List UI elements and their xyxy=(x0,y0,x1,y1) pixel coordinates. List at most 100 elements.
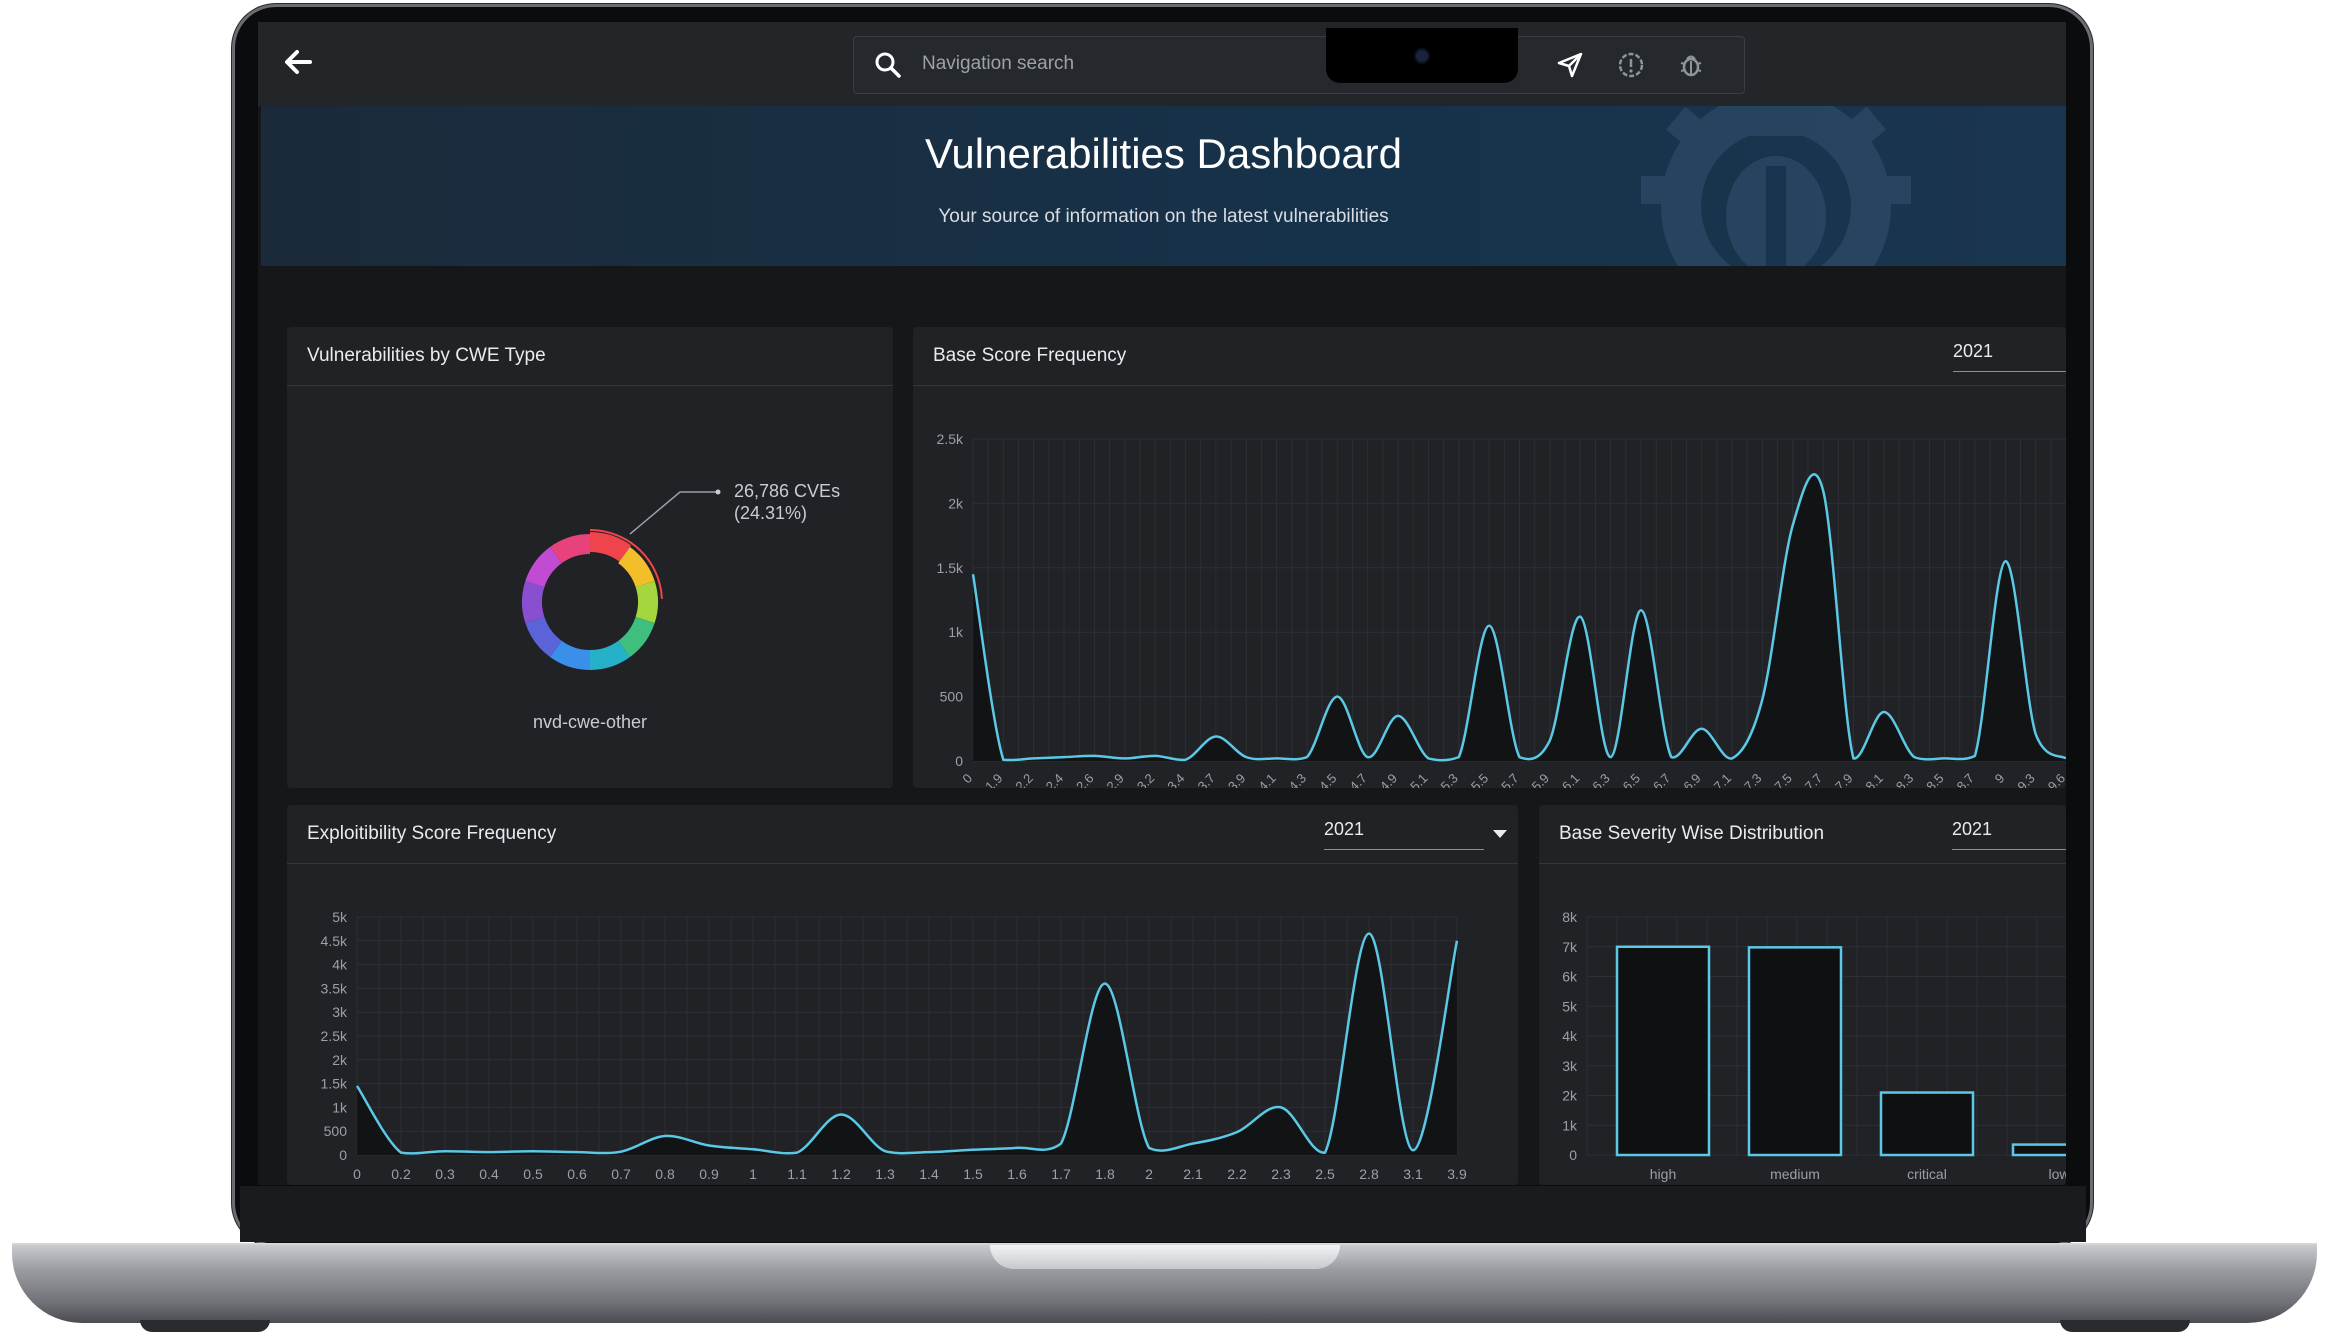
bug-icon[interactable] xyxy=(1677,51,1705,79)
y-tick-label: 8k xyxy=(1562,909,1578,925)
x-tick-label: 1.3 xyxy=(875,1166,895,1182)
x-tick-label: high xyxy=(1650,1166,1676,1182)
donut-leader-line xyxy=(629,491,718,535)
x-tick-label: 2.5 xyxy=(1315,1166,1335,1182)
y-tick-label: 500 xyxy=(324,1123,348,1139)
y-tick-label: 6k xyxy=(1562,969,1578,985)
x-tick-label: 9 xyxy=(1992,771,2008,787)
bar xyxy=(2011,1143,2066,1157)
x-tick-label: 0 xyxy=(959,771,975,787)
x-tick-label: 3.4 xyxy=(1164,771,1187,788)
y-tick-label: 1.5k xyxy=(937,560,964,576)
y-tick-label: 2.5k xyxy=(321,1028,348,1044)
donut-slice xyxy=(550,640,591,670)
x-tick-label: 3.1 xyxy=(1403,1166,1423,1182)
x-tick-label: 5.5 xyxy=(1468,771,1491,788)
severity-bar-chart[interactable]: 0 1k 2k 3k 4k 5k 6k 7k 8k high medium critical low xyxy=(1539,805,2066,1185)
x-tick-label: low xyxy=(2048,1166,2066,1182)
page-subtitle: Your source of information on the latest… xyxy=(938,206,1389,227)
search-input[interactable]: Navigation search xyxy=(922,53,1074,75)
x-tick-label: 0.5 xyxy=(523,1166,543,1182)
donut-slice xyxy=(525,546,563,588)
base-score-panel: Base Score Frequency 2021 0 500 1k 1.5k 2k 2.… xyxy=(913,327,2066,788)
x-tick-label: 2.2 xyxy=(1012,771,1035,788)
x-tick-label: 2.8 xyxy=(1359,1166,1379,1182)
alert-icon[interactable] xyxy=(1617,51,1645,79)
donut-slice xyxy=(525,616,563,658)
donut-tooltip-value: 26,786 CVEs xyxy=(734,481,841,501)
donut-leader-dot xyxy=(715,489,721,495)
x-tick-label: 5.3 xyxy=(1438,771,1461,788)
x-tick-label: 8.5 xyxy=(1923,771,1946,788)
x-tick-label: 0.9 xyxy=(699,1166,719,1182)
y-tick-label: 4k xyxy=(1562,1028,1578,1044)
x-tick-label: 3.9 xyxy=(1447,1166,1467,1182)
x-tick-label: 0.7 xyxy=(611,1166,631,1182)
donut-slice xyxy=(589,640,630,670)
laptop-open-notch xyxy=(990,1245,1340,1269)
x-tick-label: 4.5 xyxy=(1316,771,1339,788)
y-tick-label: 0 xyxy=(339,1147,347,1163)
x-tick-label: 0.3 xyxy=(435,1166,455,1182)
x-tick-label: 9.6 xyxy=(2045,771,2066,788)
donut-slice xyxy=(550,534,591,564)
camera-notch xyxy=(1326,28,1518,83)
x-tick-label: 0.6 xyxy=(567,1166,587,1182)
y-tick-label: 3.5k xyxy=(321,980,348,996)
y-tick-label: 2k xyxy=(1562,1088,1578,1104)
exploitability-panel: Exploitibility Score Frequency 2021 0 500… xyxy=(287,805,1518,1185)
x-tick-label: 7.3 xyxy=(1741,771,1764,788)
x-tick-label: 6.9 xyxy=(1680,771,1703,788)
y-tick-label: 0 xyxy=(955,753,963,769)
y-tick-label: 500 xyxy=(940,689,964,705)
x-tick-label: 1.5 xyxy=(963,1166,983,1182)
donut-tooltip-percent: (24.31%) xyxy=(734,503,808,523)
base-score-line-chart[interactable]: 0 500 1k 1.5k 2k 2.5k 0 1.9 2.2 2.4 2.6 2.9 3.2 3.4 3.… xyxy=(913,327,2066,788)
y-tick-label: 1.5k xyxy=(321,1076,348,1092)
bar xyxy=(1615,945,1711,1157)
y-tick-label: 4.5k xyxy=(321,933,348,949)
x-tick-label: 1.7 xyxy=(1051,1166,1071,1182)
x-tick-label: 7.5 xyxy=(1771,771,1794,788)
y-tick-label: 5k xyxy=(332,909,348,925)
page-title: Vulnerabilities Dashboard xyxy=(924,130,1403,177)
x-tick-label: 5.7 xyxy=(1498,771,1521,788)
x-tick-label: 6.1 xyxy=(1559,771,1582,788)
x-tick-label: 6.5 xyxy=(1620,771,1643,788)
x-tick-label: 7.7 xyxy=(1802,771,1825,788)
back-arrow-icon[interactable] xyxy=(280,44,320,84)
y-tick-label: 3k xyxy=(1562,1058,1578,1074)
y-tick-label: 7k xyxy=(1562,939,1578,955)
donut-slice xyxy=(617,546,655,588)
laptop-chin xyxy=(240,1186,2086,1242)
donut-slice xyxy=(617,616,655,658)
y-tick-label: 2.5k xyxy=(937,431,964,447)
x-tick-label: 1.9 xyxy=(982,771,1005,788)
x-tick-label: 1.6 xyxy=(1007,1166,1027,1182)
x-tick-label: 7.1 xyxy=(1711,771,1734,788)
donut-slice xyxy=(589,532,632,562)
search-icon xyxy=(875,52,901,78)
laptop-foot-right xyxy=(2060,1320,2190,1332)
x-tick-label: 2 xyxy=(1145,1166,1153,1182)
severity-panel: Base Severity Wise Distribution 2021 0 1k… xyxy=(1539,805,2066,1185)
x-tick-label: 5.1 xyxy=(1407,771,1430,788)
donut-slice xyxy=(635,580,658,624)
x-tick-label: 6.3 xyxy=(1589,771,1612,788)
x-tick-label: 0 xyxy=(353,1166,361,1182)
x-tick-label: 1 xyxy=(749,1166,757,1182)
x-tick-label: 4.9 xyxy=(1377,771,1400,788)
exploitability-line-chart[interactable]: 0 500 1k 1.5k 2k 2.5k 3k 3.5k 4k 4.5k 5k 0 0.2 0.3 0.4… xyxy=(287,805,1518,1185)
x-tick-label: 2.2 xyxy=(1227,1166,1247,1182)
hero-banner: Vulnerabilities Dashboard Your source of… xyxy=(261,106,2066,266)
top-bar: Navigation search xyxy=(258,22,2066,106)
y-tick-label: 0 xyxy=(1569,1147,1577,1163)
x-tick-label: 8.3 xyxy=(1893,771,1916,788)
y-tick-label: 3k xyxy=(332,1004,348,1020)
navigation-search-box[interactable]: Navigation search xyxy=(853,36,1745,94)
y-tick-label: 2k xyxy=(948,495,964,511)
x-tick-label: 0.4 xyxy=(479,1166,499,1182)
bar xyxy=(1879,1091,1975,1157)
send-icon[interactable] xyxy=(1556,51,1584,79)
y-tick-label: 1k xyxy=(332,1099,348,1115)
